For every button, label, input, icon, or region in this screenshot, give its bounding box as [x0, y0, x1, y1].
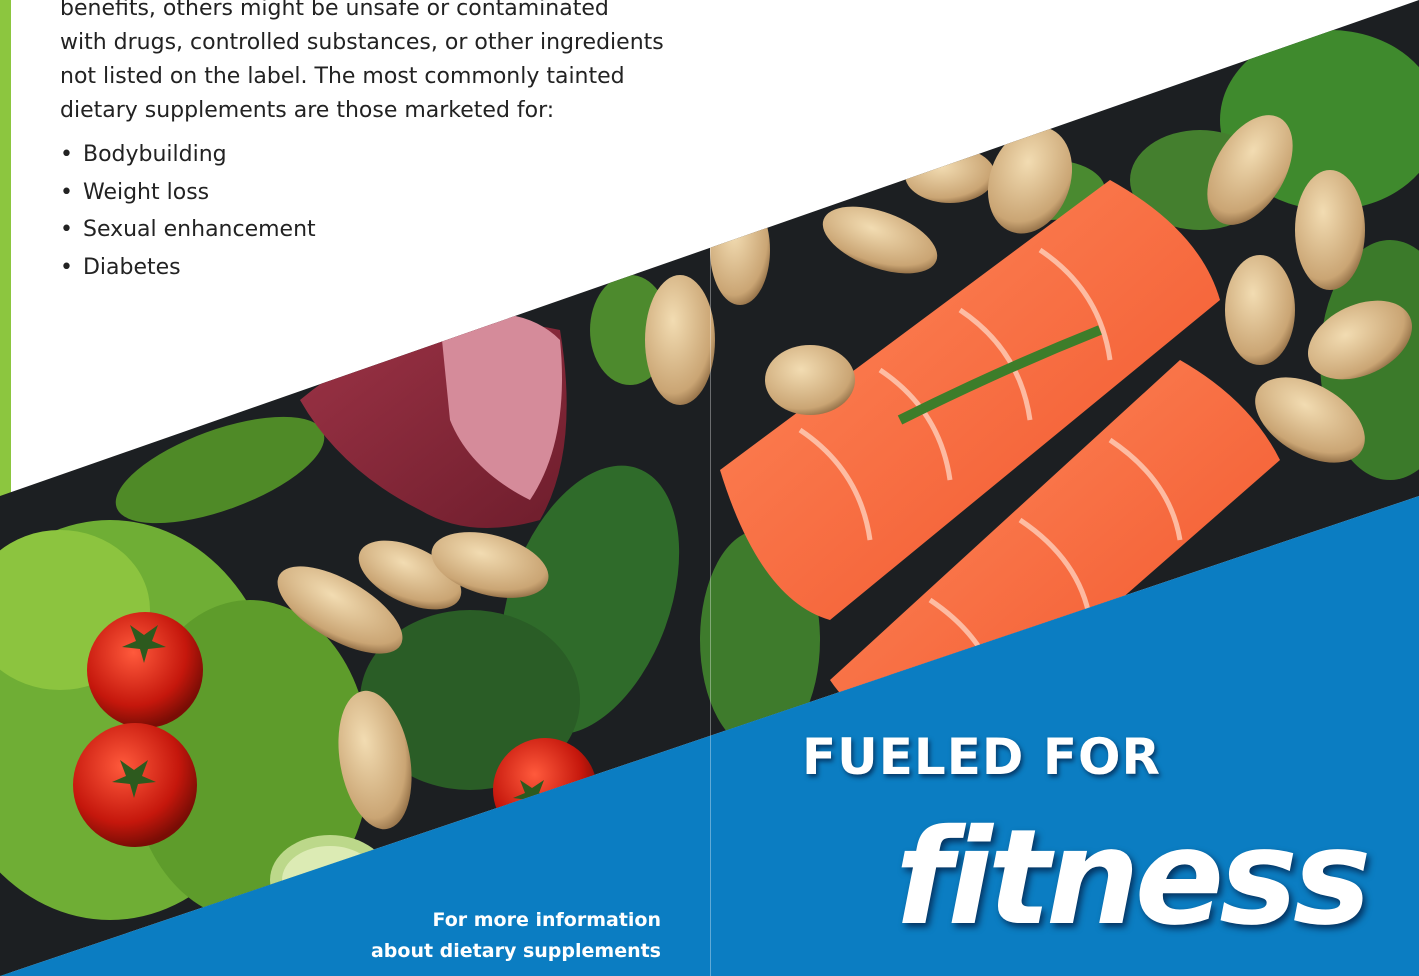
more-info-line: about dietary supplements	[370, 940, 661, 962]
intro-line: benefits, others might be unsafe or cont…	[60, 0, 609, 21]
intro-line: not listed on the label. The most common…	[60, 64, 625, 89]
list-item: Bodybuilding	[60, 136, 680, 174]
title-line-1: FUELED FOR	[802, 728, 1161, 786]
body-text: benefits, others might be unsafe or cont…	[60, 0, 680, 286]
more-info-text: For more information about dietary suppl…	[301, 905, 661, 967]
intro-line: dietary supplements are those marketed f…	[60, 98, 555, 123]
list-item: Sexual enhancement	[60, 211, 680, 249]
supplement-list: Bodybuilding Weight loss Sexual enhancem…	[60, 136, 680, 286]
brochure-spread: benefits, others might be unsafe or cont…	[0, 0, 1419, 976]
more-info-line: For more information	[432, 909, 662, 931]
page-fold-line	[710, 0, 711, 976]
list-item: Diabetes	[60, 249, 680, 287]
list-item: Weight loss	[60, 174, 680, 212]
intro-line: with drugs, controlled substances, or ot…	[60, 30, 664, 55]
title-line-2: fitness	[895, 801, 1371, 955]
